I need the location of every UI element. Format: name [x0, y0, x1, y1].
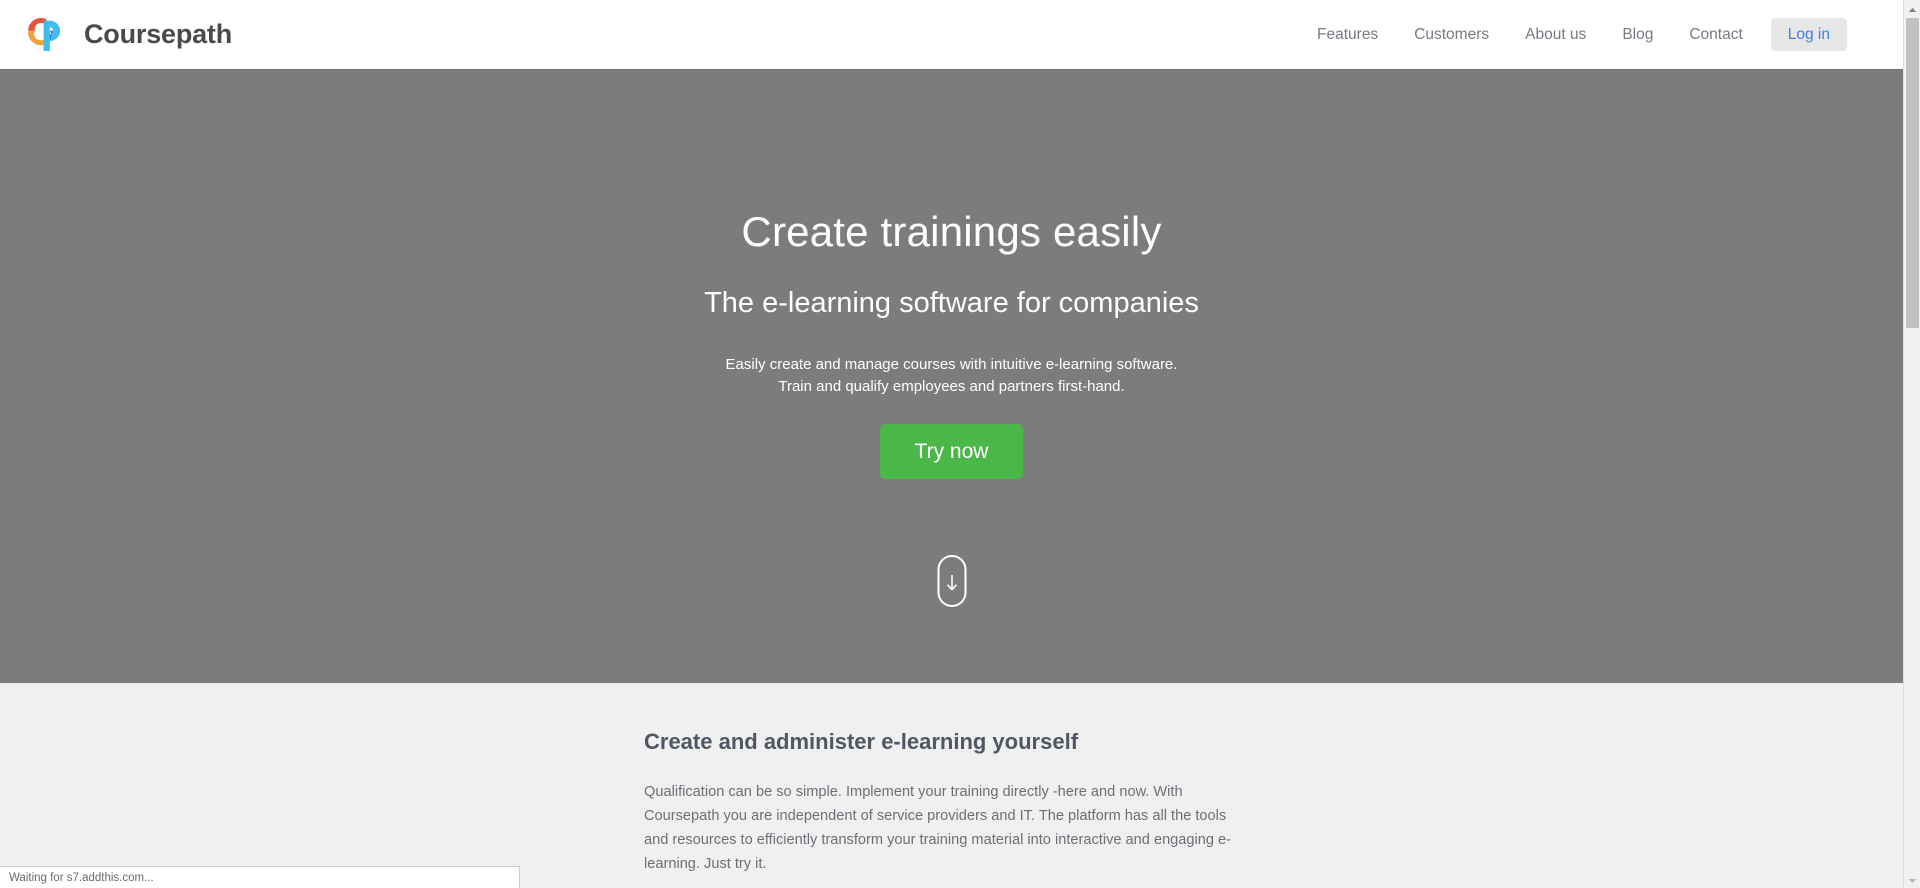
nav-link-blog[interactable]: Blog [1604, 19, 1671, 51]
hero-description-line-2: Train and qualify employees and partners… [778, 377, 1125, 395]
hero-description: Easily create and manage courses with in… [0, 354, 1903, 398]
main-navigation: Features Customers About us Blog Contact… [1299, 17, 1847, 52]
nav-link-customers[interactable]: Customers [1396, 19, 1507, 51]
hero-section: Create trainings easily The e-learning s… [0, 70, 1903, 683]
nav-link-contact[interactable]: Contact [1671, 19, 1760, 51]
caret-up-icon [1908, 0, 1917, 18]
vertical-scrollbar[interactable] [1903, 0, 1920, 888]
arrow-down-icon [945, 573, 958, 598]
browser-viewport: Coursepath Features Customers About us B… [0, 0, 1920, 888]
scrollbar-thumb[interactable] [1906, 18, 1919, 328]
nav-link-about-us[interactable]: About us [1507, 19, 1604, 51]
hero-content: Create trainings easily The e-learning s… [0, 70, 1903, 479]
brand-name: Coursepath [84, 19, 233, 49]
scrollbar-down-button[interactable] [1904, 871, 1920, 888]
intro-section: Create and administer e-learning yoursel… [0, 683, 1903, 888]
section-title: Create and administer e-learning yoursel… [644, 729, 1079, 754]
caret-down-icon [1908, 871, 1917, 888]
login-button[interactable]: Log in [1770, 17, 1847, 52]
scroll-down-indicator[interactable] [937, 555, 966, 607]
site-header: Coursepath Features Customers About us B… [0, 0, 1903, 70]
hero-description-line-1: Easily create and manage courses with in… [725, 356, 1178, 374]
coursepath-cp-logo-icon [26, 12, 70, 57]
nav-link-features[interactable]: Features [1299, 19, 1396, 51]
scrollbar-up-button[interactable] [1904, 0, 1920, 17]
section-body: Qualification can be so simple. Implemen… [644, 784, 1232, 872]
brand-logo-link[interactable]: Coursepath [26, 12, 232, 57]
intro-content: Create and administer e-learning yoursel… [644, 683, 1524, 877]
try-now-button[interactable]: Try now [879, 423, 1024, 479]
hero-subtitle: The e-learning software for companies [704, 287, 1199, 320]
hero-title: Create trainings easily [741, 208, 1162, 255]
status-bar-text: Waiting for s7.addthis.com... [9, 871, 154, 884]
browser-status-bar: Waiting for s7.addthis.com... [0, 866, 520, 888]
web-page: Coursepath Features Customers About us B… [0, 0, 1903, 888]
